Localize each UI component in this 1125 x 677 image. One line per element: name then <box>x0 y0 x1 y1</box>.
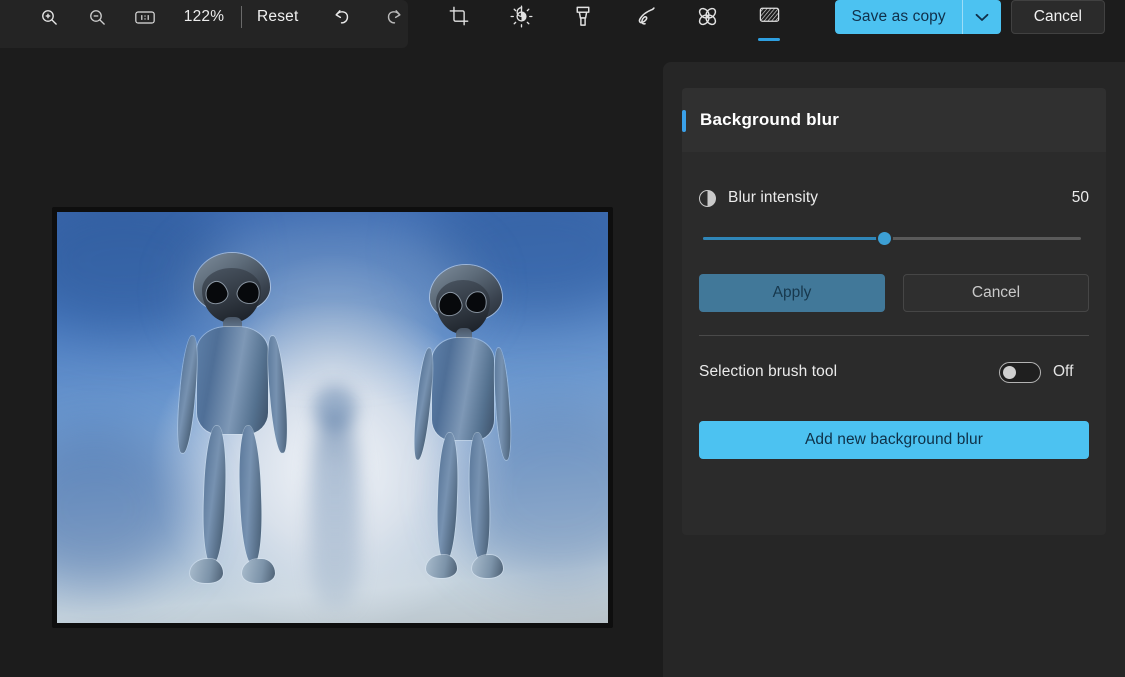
editor-toolbar: 122% Reset Save as copy Cancel <box>0 0 1125 48</box>
zoom-out-button[interactable] <box>80 0 114 34</box>
eraser-icon <box>696 5 719 28</box>
blur-intensity-value: 50 <box>1071 189 1089 206</box>
brightness-icon <box>509 5 533 28</box>
undo-icon <box>332 7 352 27</box>
contrast-icon <box>699 189 716 207</box>
tool-eraser[interactable] <box>688 0 726 44</box>
canvas-area[interactable] <box>0 48 663 677</box>
toggle-knob <box>1003 365 1016 379</box>
tool-blur[interactable] <box>750 0 788 44</box>
zoom-controls-group: 122% Reset <box>32 0 411 34</box>
zoom-in-icon <box>40 8 59 27</box>
pen-icon <box>634 5 657 28</box>
card-body: Blur intensity 50 Apply Cancel Selection… <box>682 172 1106 459</box>
save-as-copy-split-button: Save as copy <box>835 0 1001 34</box>
reset-button[interactable]: Reset <box>251 8 305 26</box>
two-grey-aliens-photo <box>57 212 608 623</box>
undo-button[interactable] <box>325 0 359 34</box>
save-options-dropdown-button[interactable] <box>963 0 1001 34</box>
marker-icon <box>573 5 593 28</box>
save-as-copy-button[interactable]: Save as copy <box>835 0 961 34</box>
tool-adjustment[interactable] <box>502 0 540 44</box>
tools-group <box>440 0 788 46</box>
tool-crop[interactable] <box>440 0 478 44</box>
blur-intensity-label: Blur intensity <box>728 189 819 206</box>
header-accent-bar <box>682 110 686 132</box>
section-divider <box>699 335 1089 336</box>
tool-marker[interactable] <box>564 0 602 44</box>
slider-fill <box>703 237 885 240</box>
chevron-down-icon <box>975 13 989 22</box>
redo-button[interactable] <box>377 0 411 34</box>
zoom-level-label: 122% <box>183 8 225 25</box>
zoom-in-button[interactable] <box>32 0 66 34</box>
selection-brush-label: Selection brush tool <box>699 363 838 380</box>
alien-figure-left <box>151 253 316 598</box>
cancel-button[interactable]: Cancel <box>903 274 1089 312</box>
tool-pen[interactable] <box>626 0 664 44</box>
apply-button[interactable]: Apply <box>699 274 885 312</box>
alien-figure-right <box>393 265 542 594</box>
blur-icon <box>758 5 781 25</box>
tool-options-panel: Background blur Blur intensity 50 Apply … <box>663 62 1125 677</box>
selection-brush-state: Off <box>1053 363 1074 380</box>
slider-thumb[interactable] <box>878 232 892 245</box>
actual-size-icon <box>134 9 156 26</box>
redo-icon <box>384 7 404 27</box>
blur-intensity-row: Blur intensity 50 <box>699 172 1089 224</box>
background-blur-card: Background blur Blur intensity 50 Apply … <box>682 88 1106 535</box>
selection-brush-row: Selection brush tool Off <box>699 348 1089 396</box>
tool-selected-indicator <box>758 38 780 41</box>
zoom-out-icon <box>88 8 107 27</box>
blur-intensity-slider[interactable] <box>703 226 1081 250</box>
apply-cancel-row: Apply Cancel <box>699 274 1089 312</box>
photo-canvas[interactable] <box>52 207 613 628</box>
crop-icon <box>448 5 470 27</box>
selection-brush-toggle[interactable] <box>999 361 1041 383</box>
actual-size-button[interactable] <box>128 0 162 34</box>
panel-title: Background blur <box>700 110 840 129</box>
cancel-top-button[interactable]: Cancel <box>1010 0 1105 34</box>
background-figure <box>310 409 361 607</box>
toolbar-divider <box>241 6 242 28</box>
add-new-background-blur-button[interactable]: Add new background blur <box>699 421 1089 459</box>
card-header: Background blur <box>682 88 1106 152</box>
toolbar-actions-group: Save as copy Cancel <box>835 0 1105 34</box>
